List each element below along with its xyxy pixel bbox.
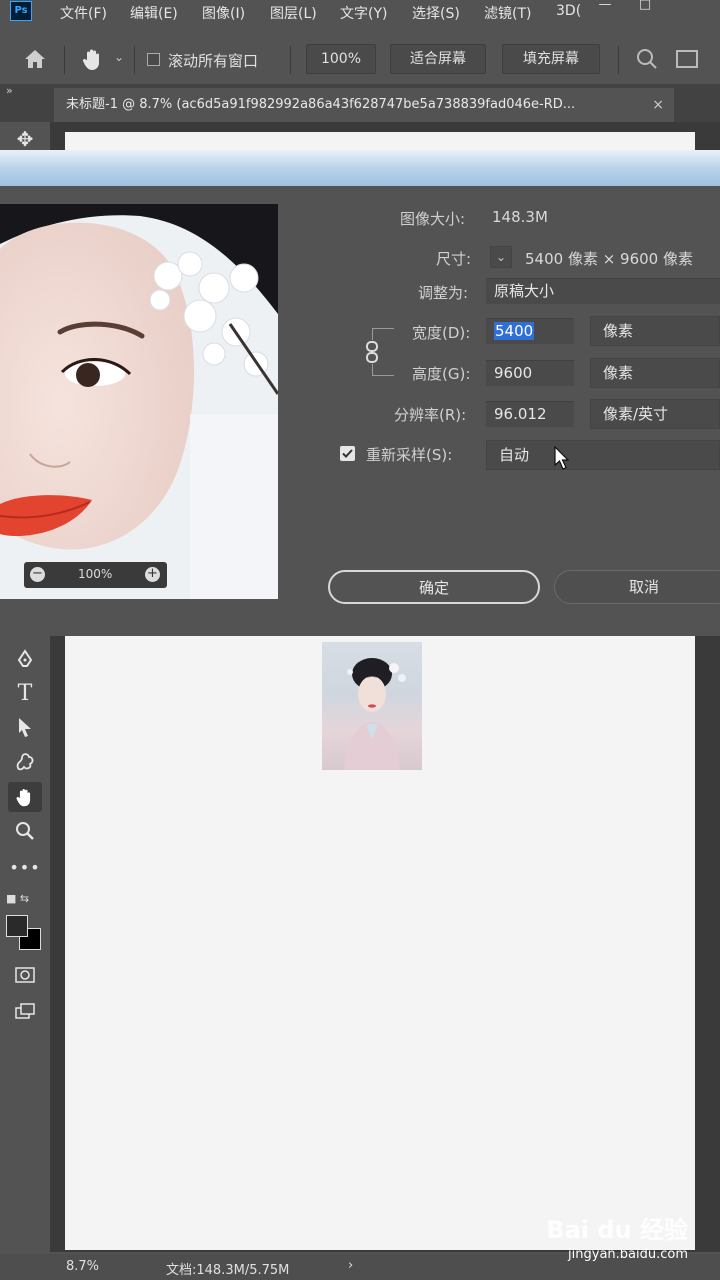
image-size-dialog: − 100% + 图像大小: 148.3M 尺寸: ⌄ 5400 像素 × 96… [0,150,720,636]
mouse-cursor-icon [554,445,570,474]
home-icon[interactable] [22,47,48,75]
document-tab-title: 未标题-1 @ 8.7% (ac6d5a91f982992a86a43f6287… [66,97,576,112]
close-icon[interactable]: × [652,88,664,122]
maximize-button[interactable]: □ [630,0,660,14]
minimize-button[interactable]: — [590,0,620,14]
chevron-down-icon[interactable]: ⌄ [114,50,124,64]
menu-edit[interactable]: 编辑(E) [130,3,178,23]
ok-button[interactable]: 确定 [328,570,540,604]
status-doc-size[interactable]: 文档:148.3M/5.75M [166,1259,289,1278]
fill-screen-button[interactable]: 填充屏幕 [502,44,600,74]
fit-screen-button[interactable]: 适合屏幕 [390,44,486,74]
quick-mask-icon[interactable] [8,960,42,990]
zoom-out-icon[interactable]: − [30,567,45,582]
pen-tool-icon[interactable] [8,644,42,674]
zoom-100-button[interactable]: 100% [306,44,376,74]
watermark-brand: Bai du 经验 [546,1216,688,1244]
fit-to-label: 调整为: [418,284,469,302]
hand-tool-icon[interactable] [8,782,42,812]
status-arrow-icon[interactable]: › [348,1258,353,1273]
menu-type[interactable]: 文字(Y) [340,3,387,23]
workspace-icon[interactable] [676,50,698,68]
search-icon[interactable] [636,48,658,74]
image-size-label: 图像大小: [400,210,466,228]
height-unit-select[interactable]: 像素 [590,358,720,388]
more-tools-icon[interactable]: ••• [8,852,42,882]
width-value: 5400 [494,322,535,340]
scroll-all-checkbox[interactable] [147,53,160,66]
type-tool-icon[interactable]: T [8,678,42,708]
hand-icon[interactable] [80,46,106,76]
zoom-in-icon[interactable]: + [145,567,160,582]
fit-to-select[interactable]: 原稿大小 [486,278,720,304]
image-preview[interactable] [0,204,278,599]
resolution-input[interactable]: 96.012 [486,401,574,427]
image-size-value: 148.3M [492,208,548,226]
watermark-url: jingyan.baidu.com [568,1247,688,1262]
document-tab-row: » 未标题-1 @ 8.7% (ac6d5a91f982992a86a43f62… [0,84,720,122]
options-bar: ⌄ 滚动所有窗口 100% 适合屏幕 填充屏幕 [0,38,720,82]
resolution-unit-select[interactable]: 像素/英寸 [590,399,720,429]
document-tab[interactable]: 未标题-1 @ 8.7% (ac6d5a91f982992a86a43f6287… [54,88,674,122]
swap-colors-icon[interactable]: ■ ⇆ [6,892,40,906]
dimensions-dropdown-icon[interactable]: ⌄ [490,246,512,268]
resolution-label: 分辨率(R): [394,406,467,424]
menu-file[interactable]: 文件(F) [60,3,107,23]
photoshop-logo: Ps [10,1,32,21]
menu-image[interactable]: 图像(I) [202,3,245,23]
height-input[interactable]: 9600 [486,360,574,386]
menu-layer[interactable]: 图层(L) [270,3,317,23]
width-input[interactable]: 5400 [486,318,574,344]
path-selection-icon[interactable] [8,712,42,742]
custom-shape-icon[interactable] [8,746,42,776]
screen-mode-icon[interactable] [8,996,42,1026]
link-chain-icon[interactable] [364,340,380,364]
collapse-panel-icon[interactable]: » [6,84,13,97]
resample-label: 重新采样(S): [366,446,453,464]
dimensions-value: 5400 像素 × 9600 像素 [525,250,693,268]
baidu-jingyan-watermark: Bai du 经验 jingyan.baidu.com [546,1210,688,1262]
dialog-title-bar[interactable] [0,150,720,186]
resample-select[interactable]: 自动 [486,440,720,470]
preview-zoom-control: − 100% + [24,562,167,588]
status-zoom[interactable]: 8.7% [66,1259,99,1274]
preview-zoom-value: 100% [78,567,113,581]
menu-select[interactable]: 选择(S) [412,3,460,23]
menu-bar: Ps 文件(F) 编辑(E) 图像(I) 图层(L) 文字(Y) 选择(S) 滤… [0,0,720,24]
placed-photo-thumbnail [322,642,422,770]
resample-checkbox[interactable] [340,446,355,461]
width-unit-select[interactable]: 像素 [590,316,720,346]
scroll-all-label: 滚动所有窗口 [168,52,259,70]
width-label: 宽度(D): [412,324,471,342]
cancel-button[interactable]: 取消 [554,570,720,604]
zoom-tool-icon[interactable] [8,816,42,846]
menu-filter[interactable]: 滤镜(T) [484,3,531,23]
height-label: 高度(G): [412,365,471,383]
foreground-color-swatch[interactable] [6,915,28,937]
dimensions-label: 尺寸: [436,250,472,268]
menu-3d[interactable]: 3D( [556,3,581,19]
